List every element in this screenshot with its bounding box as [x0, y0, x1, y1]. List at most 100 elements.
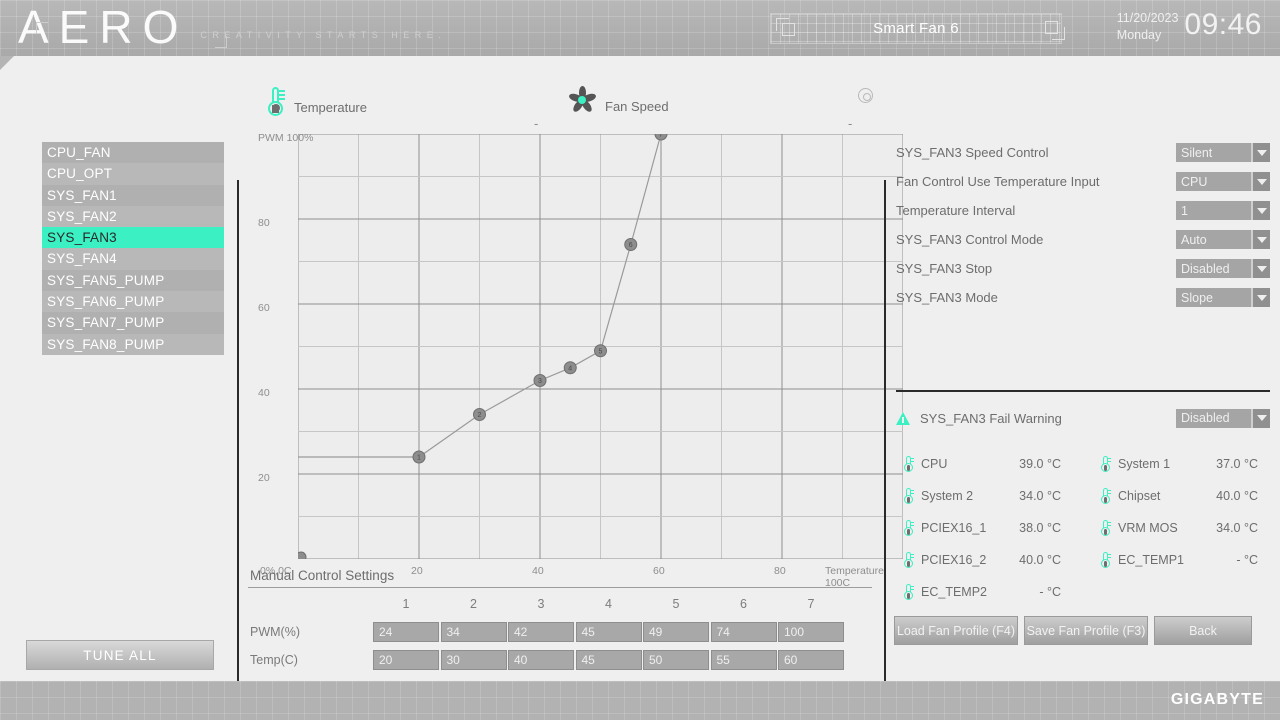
manual-cell[interactable]: 34: [440, 621, 507, 642]
temperature-row: PCIEX16_2 40.0 °C EC_TEMP1 - °C: [886, 544, 1280, 576]
svg-text:7: 7: [659, 134, 663, 139]
setting-dropdown[interactable]: Silent: [1176, 143, 1270, 162]
chevron-down-icon[interactable]: [1251, 230, 1270, 249]
back-button[interactable]: Back: [1154, 616, 1252, 645]
chevron-down-icon[interactable]: [1251, 201, 1270, 220]
temperature-name: PCIEX16_1: [921, 521, 987, 535]
svg-text:1: 1: [417, 455, 421, 462]
temperature-value: 40.0 °C: [1216, 489, 1258, 503]
thermometer-icon: [266, 86, 285, 116]
setting-dropdown[interactable]: 1: [1176, 201, 1270, 220]
setting-dropdown[interactable]: Slope: [1176, 288, 1270, 307]
thermometer-icon: [904, 520, 914, 536]
sidebar-item-sys_fan5_pump[interactable]: SYS_FAN5_PUMP: [42, 269, 224, 292]
manual-column-header: 7: [807, 596, 815, 611]
chart-point-3[interactable]: 3: [533, 374, 547, 387]
manual-column-header: 3: [537, 596, 545, 611]
chart-point-4[interactable]: 4: [563, 361, 577, 375]
chevron-down-icon[interactable]: [1251, 259, 1270, 278]
datetime-display: 11/20/2023 Monday 09:46: [1117, 8, 1262, 44]
sidebar-item-sys_fan3[interactable]: SYS_FAN3: [42, 227, 224, 249]
manual-cell[interactable]: 74: [710, 621, 777, 642]
temperature-name: System 2: [921, 489, 974, 503]
manual-cell[interactable]: 100: [778, 621, 844, 642]
temperature-name: System 1: [1118, 457, 1171, 471]
sidebar-item-cpu_fan[interactable]: CPU_FAN: [42, 142, 224, 164]
chart-point-2[interactable]: 2: [473, 408, 486, 421]
gigabyte-brand: GIGABYTE: [1170, 691, 1264, 708]
manual-cell[interactable]: 50: [643, 649, 709, 670]
manual-cell[interactable]: 24: [373, 621, 439, 642]
thermometer-icon: [904, 456, 914, 472]
setting-value: Slope: [1181, 290, 1213, 305]
clock-text: 09:46: [1184, 8, 1262, 41]
chart-point-origin[interactable]: [298, 551, 307, 559]
sidebar-item-sys_fan2[interactable]: SYS_FAN2: [42, 205, 224, 228]
setting-dropdown[interactable]: Auto: [1176, 230, 1270, 249]
chart-plot-area[interactable]: 1 2 3 4 5 6 7: [298, 134, 903, 559]
thermometer-icon: [1101, 520, 1111, 536]
svg-text:5: 5: [599, 348, 603, 355]
chart-point-6[interactable]: 6: [624, 238, 638, 251]
load-fan-profile-button[interactable]: Load Fan Profile (F4): [894, 616, 1018, 645]
chevron-down-icon[interactable]: [1251, 172, 1270, 191]
sidebar-item-sys_fan6_pump[interactable]: SYS_FAN6_PUMP: [42, 291, 224, 313]
chart-ytick: PWM 100%: [258, 132, 314, 144]
sidebar-item-sys_fan8_pump[interactable]: SYS_FAN8_PUMP: [42, 333, 224, 355]
chevron-down-icon[interactable]: [1251, 143, 1270, 162]
manual-cell[interactable]: 42: [508, 621, 574, 642]
fail-warning-dropdown[interactable]: Disabled: [1176, 408, 1270, 428]
setting-dropdown[interactable]: CPU: [1176, 172, 1270, 191]
manual-row-label: PWM(%): [250, 624, 300, 639]
temperature-name: CPU: [921, 457, 948, 471]
manual-cell[interactable]: 55: [710, 649, 777, 670]
sidebar-item-sys_fan4[interactable]: SYS_FAN4: [42, 248, 224, 270]
temperature-cell: EC_TEMP2 - °C: [886, 584, 1083, 600]
tune-all-button[interactable]: TUNE ALL: [26, 640, 214, 670]
chart-point-1[interactable]: 1: [412, 450, 426, 464]
manual-cell[interactable]: 45: [575, 649, 642, 670]
status-bar: Temperature - Fan Speed -: [248, 82, 885, 131]
sidebar-item-sys_fan7_pump[interactable]: SYS_FAN7_PUMP: [42, 312, 224, 334]
temperature-row: CPU 39.0 °C System 1 37.0 °C: [886, 448, 1280, 480]
chart-point-7[interactable]: 7: [654, 134, 668, 141]
aero-logo: AERO CREATIVITY STARTS HERE.: [18, 2, 446, 52]
temperature-value: - °C: [1236, 553, 1258, 567]
chart-column: Temperature - Fan Speed - 1 2 3 4 5 6 7 …: [240, 56, 903, 681]
manual-divider: [248, 587, 872, 588]
fan-speed-label: Fan Speed: [605, 98, 669, 114]
temperature-cell: Chipset 40.0 °C: [1083, 488, 1280, 504]
svg-text:6: 6: [629, 242, 633, 249]
sidebar-item-cpu_opt[interactable]: CPU_OPT: [42, 163, 224, 185]
manual-cell[interactable]: 45: [575, 621, 642, 642]
save-fan-profile-button[interactable]: Save Fan Profile (F3): [1024, 616, 1148, 645]
manual-cell[interactable]: 49: [643, 621, 709, 642]
manual-cell[interactable]: 20: [373, 649, 439, 670]
temperature-value: 34.0 °C: [1019, 489, 1061, 503]
setting-label: Fan Control Use Temperature Input: [896, 174, 1100, 189]
setting-dropdown[interactable]: Disabled: [1176, 259, 1270, 278]
manual-column-header: 5: [672, 596, 680, 611]
chart-point-5[interactable]: 5: [594, 344, 607, 358]
manual-cell[interactable]: 40: [508, 649, 574, 670]
manual-cell[interactable]: 30: [440, 649, 507, 670]
setting-row: Fan Control Use Temperature Input CPU: [886, 167, 1280, 196]
svg-text:4: 4: [568, 365, 572, 372]
settings-list: SYS_FAN3 Speed Control Silent Fan Control …: [886, 138, 1280, 312]
sidebar-item-sys_fan1[interactable]: SYS_FAN1: [42, 184, 224, 206]
fail-warning-row: SYS_FAN3 Fail Warning Disabled: [886, 406, 1280, 430]
weekday-text: Monday: [1116, 28, 1162, 42]
chevron-down-icon[interactable]: [1251, 288, 1270, 307]
temperature-cell: PCIEX16_2 40.0 °C: [886, 552, 1083, 568]
chart-ytick: 60: [258, 302, 270, 314]
temperature-cell: EC_TEMP1 - °C: [1083, 552, 1280, 568]
manual-control-settings: Manual Control Settings 1234567 PWM(%) 24…: [248, 568, 876, 672]
temperature-value: 34.0 °C: [1216, 521, 1258, 535]
temperature-label: Temperature: [294, 99, 367, 115]
temperature-value: 37.0 °C: [1216, 457, 1258, 471]
chevron-down-icon[interactable]: [1251, 408, 1270, 428]
app-header: AERO CREATIVITY STARTS HERE. Smart Fan 6…: [0, 0, 1280, 56]
temperature-name: PCIEX16_2: [921, 553, 987, 567]
manual-cell[interactable]: 60: [778, 649, 844, 670]
rpm-gauge-icon: [858, 88, 873, 103]
